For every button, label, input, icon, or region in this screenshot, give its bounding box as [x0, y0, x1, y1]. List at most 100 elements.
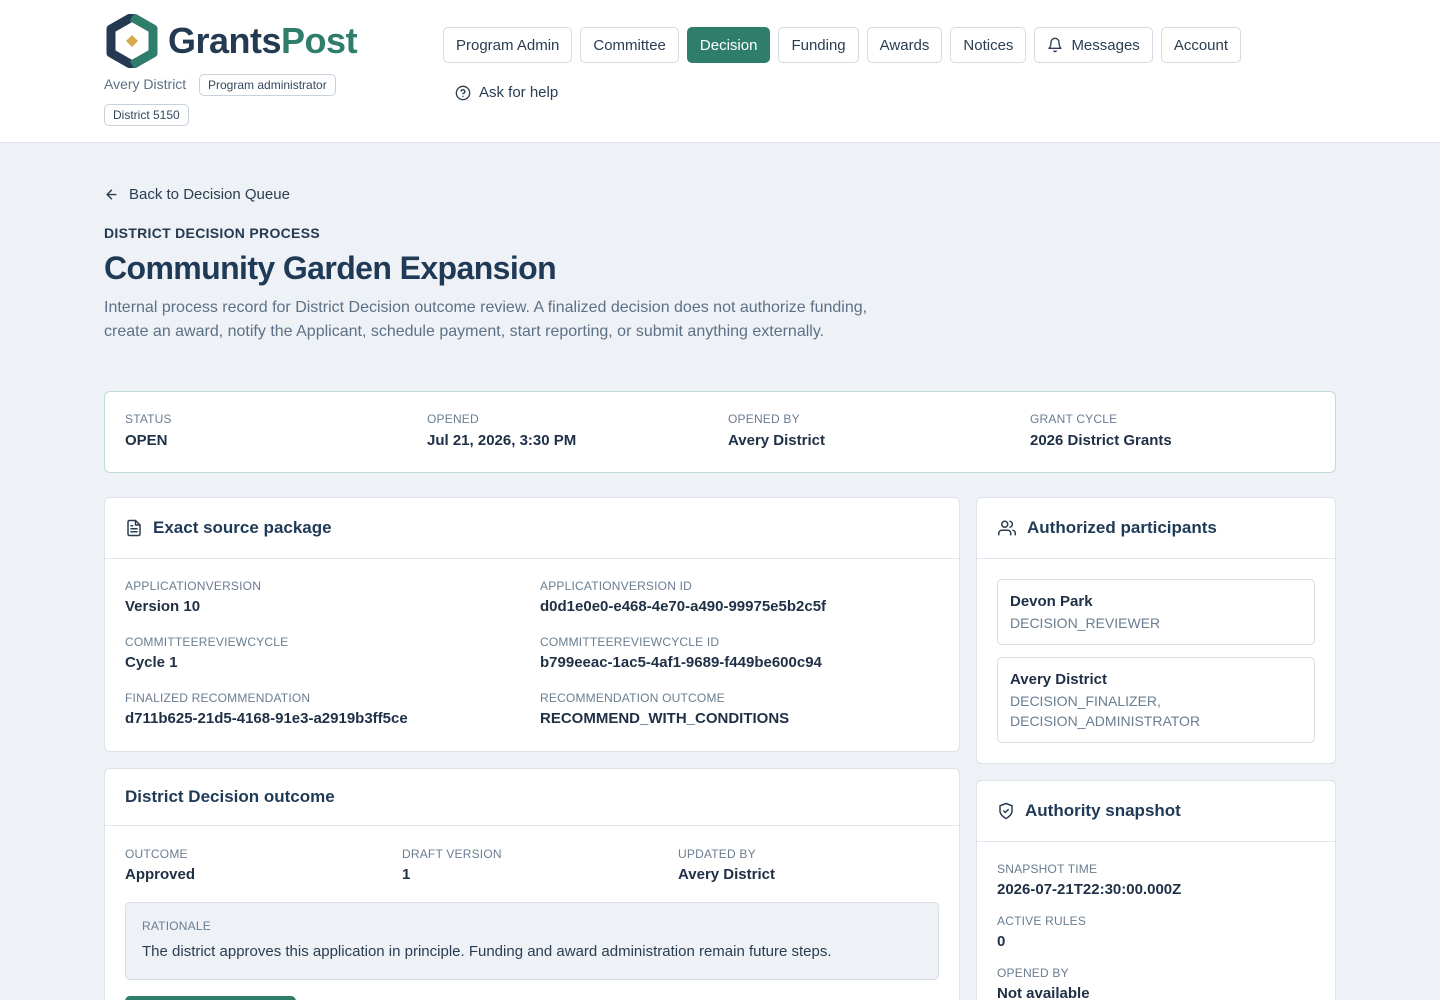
logo-word-grants: Grants	[168, 20, 282, 61]
nav-awards-label: Awards	[879, 36, 930, 54]
participant-name: Avery District	[1010, 671, 1107, 688]
outcome-label: OUTCOME	[125, 847, 188, 861]
nav-account-label: Account	[1173, 36, 1229, 54]
nav-committee[interactable]: Committee	[580, 27, 679, 63]
nav-decision[interactable]: Decision	[686, 27, 771, 63]
nav-funding-label: Funding	[791, 36, 846, 54]
ask-for-help-link[interactable]: Ask for help	[455, 84, 558, 101]
field-application-version: APPLICATIONVERSION Version 10	[125, 579, 261, 615]
field-active-rules: ACTIVE RULES 0	[997, 914, 1086, 950]
authority-opened-by-label: OPENED BY	[997, 966, 1069, 980]
participant-item: Avery District DECISION_FINALIZER, DECIS…	[997, 657, 1315, 743]
participants-title: Authorized participants	[1027, 518, 1217, 537]
draft-version-label: DRAFT VERSION	[402, 847, 502, 861]
logo-word-post: Post	[281, 20, 358, 61]
field-label: FINALIZED RECOMMENDATION	[125, 691, 311, 705]
org-name: Avery District	[104, 76, 187, 92]
field-snapshot-time: SNAPSHOT TIME 2026-07-21T22:30:00.000Z	[997, 862, 1181, 898]
decision-outcome-title: District Decision outcome	[125, 787, 335, 806]
main-nav: Program Admin Committee Decision Funding…	[443, 27, 1242, 63]
field-label: COMMITTEEREVIEWCYCLE ID	[540, 635, 720, 649]
back-to-queue-link[interactable]: Back to Decision Queue	[104, 186, 290, 203]
field-value: RECOMMEND_WITH_CONDITIONS	[540, 710, 790, 727]
bell-icon	[1048, 37, 1063, 53]
opened-by-value: Avery District	[728, 432, 825, 449]
nav-notices[interactable]: Notices	[950, 27, 1027, 63]
field-value: b799eeac-1ac5-4af1-9689-f449be600c94	[540, 654, 822, 671]
snapshot-time-label: SNAPSHOT TIME	[997, 862, 1098, 876]
field-finalized-recommendation: FINALIZED RECOMMENDATION d711b625-21d5-4…	[125, 691, 408, 727]
field-value: Cycle 1	[125, 654, 178, 671]
grant-cycle-label: GRANT CYCLE	[1030, 412, 1118, 426]
page-eyebrow: DISTRICT DECISION PROCESS	[104, 225, 320, 241]
role-badge: Program administrator	[199, 74, 336, 96]
outcome-value: Approved	[125, 866, 196, 883]
field-label: APPLICATIONVERSION	[125, 579, 262, 593]
source-package-title: Exact source package	[153, 518, 332, 537]
page-title: Community Garden Expansion	[104, 250, 557, 286]
rationale-text: The district approves this application i…	[142, 943, 832, 960]
nav-awards[interactable]: Awards	[866, 27, 943, 63]
nav-messages[interactable]: Messages	[1034, 27, 1153, 63]
field-label: APPLICATIONVERSION ID	[540, 579, 693, 593]
participant-role: DECISION_REVIEWER	[1010, 615, 1161, 631]
field-outcome: OUTCOME Approved	[125, 847, 195, 883]
logo-wordmark: GrantsPost	[168, 20, 358, 62]
brand-logo[interactable]: GrantsPost	[104, 14, 358, 68]
field-recommendation-outcome: RECOMMENDATION OUTCOME RECOMMEND_WITH_CO…	[540, 691, 789, 727]
nav-committee-label: Committee	[593, 36, 666, 54]
help-label: Ask for help	[479, 84, 559, 101]
field-authority-opened-by: OPENED BY Not available	[997, 966, 1090, 1000]
nav-account[interactable]: Account	[1160, 27, 1242, 63]
authority-opened-by-value: Not available	[997, 985, 1090, 1000]
primary-action-button[interactable]	[125, 996, 296, 1000]
summary-opened: OPENED Jul 21, 2026, 3:30 PM	[427, 412, 576, 449]
updated-by-value: Avery District	[678, 866, 775, 883]
decision-outcome-header: District Decision outcome	[105, 769, 959, 826]
field-updated-by: UPDATED BY Avery District	[678, 847, 775, 883]
opened-value: Jul 21, 2026, 3:30 PM	[427, 432, 577, 449]
participant-item: Devon Park DECISION_REVIEWER	[997, 579, 1315, 645]
rationale-box: RATIONALE The district approves this app…	[125, 902, 939, 980]
status-value: OPEN	[125, 432, 168, 449]
status-label: STATUS	[125, 412, 172, 426]
decision-outcome-card: District Decision outcome OUTCOME Approv…	[104, 768, 960, 1000]
nav-program-admin-label: Program Admin	[456, 36, 560, 54]
nav-program-admin[interactable]: Program Admin	[443, 27, 573, 63]
users-icon	[998, 520, 1017, 536]
nav-messages-label: Messages	[1071, 36, 1140, 54]
document-icon	[127, 519, 141, 537]
district-badge: District 5150	[104, 104, 189, 126]
draft-version-value: 1	[402, 866, 411, 883]
opened-by-label: OPENED BY	[728, 412, 800, 426]
authority-snapshot-card: Authority snapshot SNAPSHOT TIME 2026-07…	[976, 780, 1336, 1000]
summary-grant-cycle: GRANT CYCLE 2026 District Grants	[1030, 412, 1172, 449]
source-package-card: Exact source package APPLICATIONVERSION …	[104, 497, 960, 752]
participant-role: DECISION_FINALIZER, DECISION_ADMINISTRAT…	[1010, 693, 1201, 729]
active-rules-value: 0	[997, 933, 1006, 950]
nav-notices-label: Notices	[963, 36, 1014, 54]
authority-snapshot-title: Authority snapshot	[1025, 801, 1181, 820]
summary-opened-by: OPENED BY Avery District	[728, 412, 825, 449]
snapshot-time-value: 2026-07-21T22:30:00.000Z	[997, 881, 1182, 898]
nav-funding[interactable]: Funding	[778, 27, 859, 63]
field-application-version-id: APPLICATIONVERSION ID d0d1e0e0-e468-4e70…	[540, 579, 826, 615]
field-value: Version 10	[125, 598, 201, 615]
logo-mark-icon	[106, 14, 158, 68]
field-label: COMMITTEEREVIEWCYCLE	[125, 635, 289, 649]
nav-decision-label: Decision	[699, 36, 758, 54]
active-rules-label: ACTIVE RULES	[997, 914, 1087, 928]
authority-snapshot-header: Authority snapshot	[977, 781, 1335, 842]
opened-label: OPENED	[427, 412, 479, 426]
updated-by-label: UPDATED BY	[678, 847, 756, 861]
top-bar: GrantsPost Avery District Program admini…	[0, 0, 1440, 143]
field-committee-review-cycle: COMMITTEEREVIEWCYCLE Cycle 1	[125, 635, 288, 671]
process-summary: STATUS OPEN OPENED Jul 21, 2026, 3:30 PM…	[104, 391, 1336, 473]
field-value: d711b625-21d5-4168-91e3-a2919b3ff5ce	[125, 710, 408, 727]
grant-cycle-value: 2026 District Grants	[1030, 432, 1172, 449]
participants-header: Authorized participants	[977, 498, 1335, 559]
back-label: Back to Decision Queue	[129, 186, 290, 203]
field-draft-version: DRAFT VERSION 1	[402, 847, 502, 883]
field-value: d0d1e0e0-e468-4e70-a490-99975e5b2c5f	[540, 598, 827, 615]
participants-card: Authorized participants Devon Park DECIS…	[976, 497, 1336, 764]
